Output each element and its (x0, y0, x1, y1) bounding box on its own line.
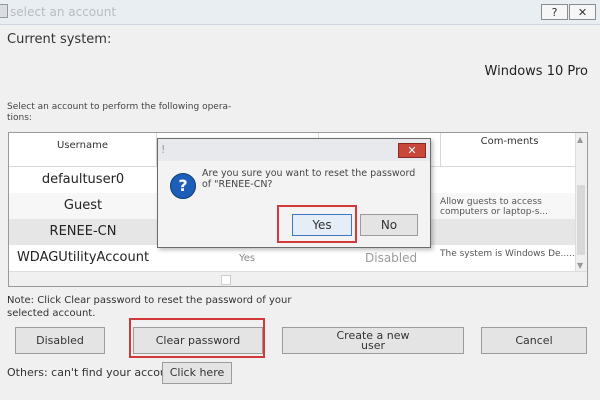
note-text: Note: Click Clear password to reset the … (7, 295, 292, 319)
question-icon: ? (170, 173, 196, 199)
row-comment: The system is Windows De...v... (440, 249, 580, 259)
others-text: Others: can't find your account? (7, 366, 185, 379)
confirm-dialog: ! ✕ ? Are you sure you want to reset the… (157, 138, 431, 248)
disable-button[interactable]: Disabled (15, 327, 105, 354)
title-bar: select an account ? ✕ (0, 0, 600, 25)
scroll-up-icon[interactable]: ▲ (577, 135, 583, 144)
row-username: RENEE-CN (49, 224, 117, 239)
click-here-button[interactable]: Click here (162, 362, 232, 384)
row-comment: Allow guests to access computers or lapt… (440, 197, 549, 217)
clear-password-button[interactable]: Clear password (133, 327, 263, 354)
vertical-scrollbar[interactable]: ▲ ▼ (575, 133, 587, 273)
row-username: defaultuser0 (41, 172, 125, 187)
cancel-button[interactable]: Cancel (481, 327, 587, 354)
scroll-thumb[interactable] (221, 275, 231, 285)
close-button[interactable]: ✕ (569, 4, 596, 20)
yes-button[interactable]: Yes (292, 214, 352, 236)
create-user-button[interactable]: Create a new user (282, 327, 464, 354)
row-username: WDAGUtilityAccount (16, 250, 150, 265)
dialog-title-bar: ! ✕ (158, 139, 430, 161)
row-password-status: Disabled (365, 251, 418, 265)
row-enabled: Yes (239, 253, 256, 264)
horizontal-scrollbar[interactable] (9, 271, 587, 286)
window-title: select an account (10, 5, 117, 19)
header-username[interactable]: Username (9, 133, 157, 167)
dialog-title-icon: ! (161, 143, 166, 156)
create-user-label: Create a new user (336, 328, 410, 352)
close-icon[interactable]: ✕ (398, 143, 426, 158)
header-comments[interactable]: Com-ments (441, 133, 579, 167)
help-button[interactable]: ? (541, 4, 568, 20)
no-button[interactable]: No (360, 214, 418, 236)
current-system-label: Current system: (7, 32, 112, 47)
table-row[interactable]: WDAGUtilityAccount Yes Disabled The syst… (9, 245, 580, 271)
row-username: Guest (63, 198, 103, 213)
app-icon (0, 4, 8, 18)
os-name: Windows 10 Pro (484, 64, 588, 79)
dialog-message: Are you sure you want to reset the passw… (202, 168, 416, 190)
scroll-down-icon[interactable]: ▼ (577, 261, 583, 270)
instruction-text: Select an account to perform the followi… (7, 102, 232, 123)
scroll-thumb[interactable] (577, 185, 585, 255)
